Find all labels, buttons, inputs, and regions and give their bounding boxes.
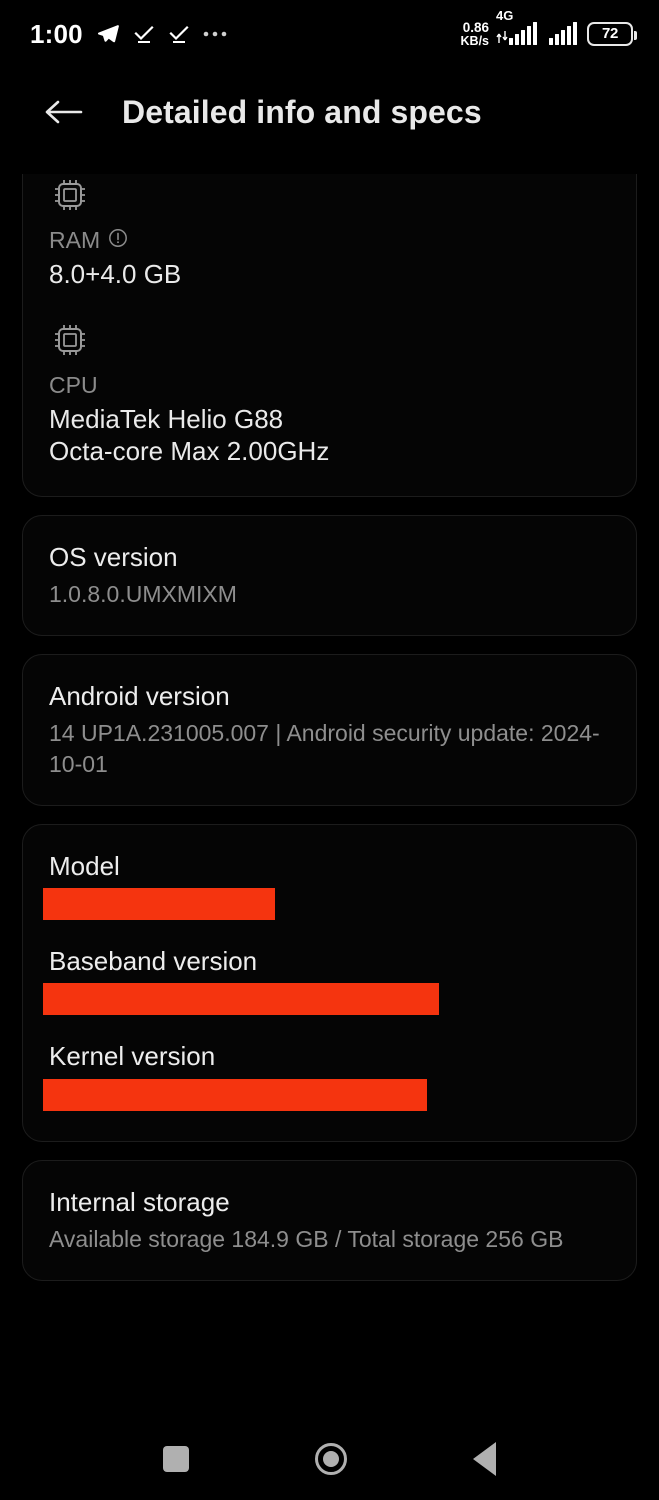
ram-value: 8.0+4.0 GB [49,259,182,289]
network-speed-indicator: 0.86 KB/s [460,19,489,48]
kernel-title: Kernel version [49,1041,216,1072]
signal-sim2 [549,21,577,45]
status-bar-left: 1:00 [30,19,227,50]
telegram-icon [96,22,120,46]
list-item-kernel[interactable]: Kernel version [43,1019,610,1140]
info-icon[interactable] [108,227,128,254]
card-hardware[interactable]: RAM 8.0+4.0 GB CPU MediaTek Helio G88 Oc… [22,174,637,497]
phone-screen: 1:00 0.86 KB/s 4G 72 Detailed info and s… [0,0,659,1500]
cpu-value-line2: Octa-core Max 2.00GHz [49,436,330,466]
ram-label-row: RAM [49,227,610,254]
chip-icon [49,319,610,366]
home-button-icon[interactable] [315,1443,347,1475]
status-bar: 1:00 0.86 KB/s 4G 72 [0,0,659,68]
back-arrow-icon[interactable] [44,96,84,128]
os-version-value: 1.0.8.0.UMXMIXM [49,580,237,607]
settings-list[interactable]: RAM 8.0+4.0 GB CPU MediaTek Helio G88 Oc… [0,156,659,1418]
signal-bars-sim2 [549,21,577,45]
ram-label: RAM [49,227,101,253]
internal-storage-value: Available storage 184.9 GB / Total stora… [49,1225,564,1252]
card-os-version[interactable]: OS version 1.0.8.0.UMXMIXM [22,514,637,637]
signal-sim1: 4G [496,9,537,45]
recents-button-icon[interactable] [163,1446,189,1472]
android-version-title: Android version [49,681,230,712]
data-transfer-icon [496,30,508,44]
internal-storage-title: Internal storage [49,1186,230,1217]
signal-bars-sim1 [509,21,537,45]
card-android-version[interactable]: Android version 14 UP1A.231005.007 | And… [22,654,637,806]
network-speed-unit: KB/s [460,33,489,48]
back-button-icon[interactable] [473,1442,496,1476]
spec-cpu[interactable]: CPU MediaTek Helio G88 Octa-core Max 2.0… [49,319,610,496]
navigation-bar [0,1418,659,1500]
spec-ram[interactable]: RAM 8.0+4.0 GB [49,174,610,301]
list-item[interactable]: Android version 14 UP1A.231005.007 | And… [49,655,610,805]
page-title: Detailed info and specs [122,93,482,130]
check-underline-icon [168,23,190,45]
list-item-model[interactable]: Model [43,825,610,924]
model-title: Model [49,850,120,881]
kernel-value-redacted [43,1078,427,1111]
status-bar-right: 0.86 KB/s 4G 72 [460,9,637,48]
list-item-baseband[interactable]: Baseband version [43,924,610,1019]
baseband-title: Baseband version [49,946,258,977]
status-clock: 1:00 [30,18,83,49]
battery-indicator: 72 [587,21,637,46]
battery-percent: 72 [601,25,619,43]
os-version-title: OS version [49,541,178,572]
chip-icon [49,174,610,221]
android-version-value: 14 UP1A.231005.007 | Android security up… [49,720,600,777]
app-bar: Detailed info and specs [0,68,659,156]
cpu-value-line1: MediaTek Helio G88 [49,403,284,434]
list-item[interactable]: OS version 1.0.8.0.UMXMIXM [49,516,610,636]
network-type-label: 4G [496,7,514,23]
check-underline-icon [133,23,155,45]
card-internal-storage[interactable]: Internal storage Available storage 184.9… [22,1159,637,1282]
cpu-label: CPU [49,371,98,398]
list-item[interactable]: Internal storage Available storage 184.9… [49,1161,610,1281]
baseband-value-redacted [43,983,439,1016]
network-speed-value: 0.86 [462,19,489,35]
model-value-redacted [43,888,275,921]
ellipsis-icon [203,30,227,38]
card-device-identifiers[interactable]: Model Baseband version Kernel version [22,823,637,1142]
